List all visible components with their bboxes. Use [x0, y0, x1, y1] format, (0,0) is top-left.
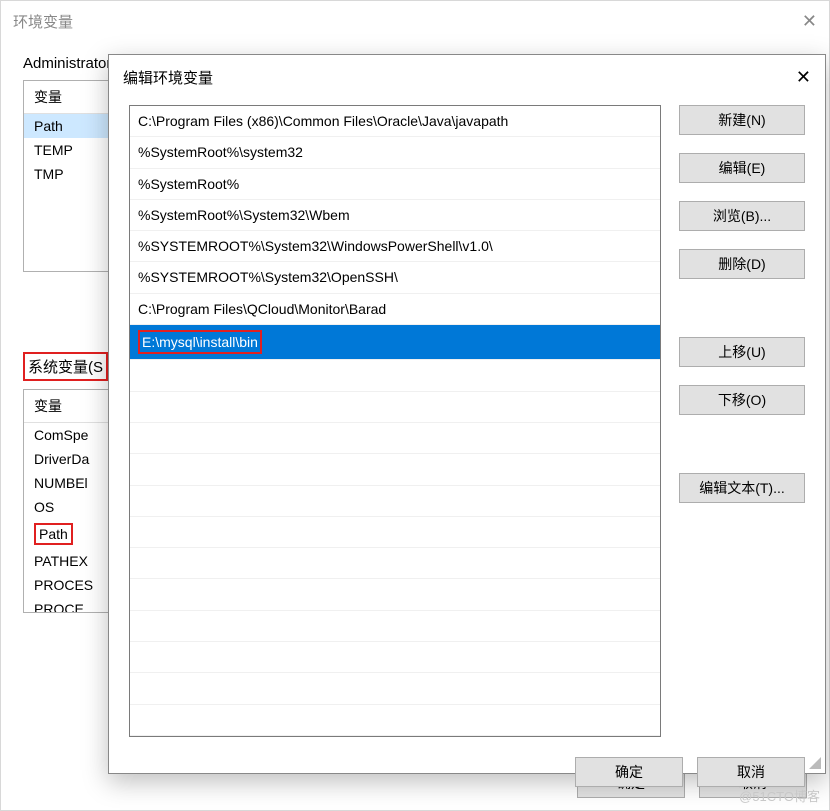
- path-row-empty: [130, 454, 660, 485]
- browse-button[interactable]: 浏览(B)...: [679, 201, 805, 231]
- path-text: %SYSTEMROOT%\System32\OpenSSH\: [138, 269, 398, 285]
- path-row[interactable]: %SYSTEMROOT%\System32\WindowsPowerShell\…: [130, 231, 660, 262]
- watermark: @51CTO博客: [739, 786, 820, 805]
- path-row-empty: [130, 579, 660, 610]
- path-text: %SYSTEMROOT%\System32\WindowsPowerShell\…: [138, 238, 493, 254]
- system-section-label: 系统变量(S: [23, 352, 108, 381]
- close-icon[interactable]: ✕: [785, 11, 817, 32]
- path-row-empty: [130, 486, 660, 517]
- path-row-empty: [130, 423, 660, 454]
- path-row[interactable]: C:\Program Files\QCloud\Monitor\Barad: [130, 294, 660, 325]
- new-button[interactable]: 新建(N): [679, 105, 805, 135]
- path-text: %SystemRoot%\System32\Wbem: [138, 207, 350, 223]
- user-vars-header: 变量: [24, 81, 72, 113]
- env-vars-title-bar: 环境变量 ✕: [1, 1, 829, 41]
- path-listbox[interactable]: C:\Program Files (x86)\Common Files\Orac…: [129, 105, 661, 737]
- path-row[interactable]: C:\Program Files (x86)\Common Files\Orac…: [130, 106, 660, 137]
- path-row-empty: [130, 705, 660, 736]
- delete-button[interactable]: 删除(D): [679, 249, 805, 279]
- edit-text-button[interactable]: 编辑文本(T)...: [679, 473, 805, 503]
- path-row[interactable]: %SystemRoot%\system32: [130, 137, 660, 168]
- path-row-empty: [130, 548, 660, 579]
- path-row[interactable]: %SystemRoot%: [130, 169, 660, 200]
- edit-ok-button[interactable]: 确定: [575, 757, 683, 787]
- path-text: %SystemRoot%\system32: [138, 144, 303, 160]
- edit-env-var-dialog: 编辑环境变量 ✕ C:\Program Files (x86)\Common F…: [108, 54, 826, 774]
- path-text: %SystemRoot%: [138, 176, 239, 192]
- path-row-empty: [130, 611, 660, 642]
- close-icon[interactable]: ✕: [779, 67, 811, 88]
- edit-dialog-title: 编辑环境变量: [123, 67, 213, 88]
- move-up-button[interactable]: 上移(U): [679, 337, 805, 367]
- path-row[interactable]: %SYSTEMROOT%\System32\OpenSSH\: [130, 262, 660, 293]
- path-row-empty: [130, 360, 660, 391]
- system-vars-header: 变量: [24, 390, 72, 422]
- path-row-empty: [130, 517, 660, 548]
- env-vars-title: 环境变量: [13, 11, 73, 32]
- edit-button[interactable]: 编辑(E): [679, 153, 805, 183]
- path-row-empty: [130, 642, 660, 673]
- path-text: C:\Program Files\QCloud\Monitor\Barad: [138, 301, 386, 317]
- path-row[interactable]: %SystemRoot%\System32\Wbem: [130, 200, 660, 231]
- path-row-empty: [130, 392, 660, 423]
- path-text: E:\mysql\install\bin: [138, 330, 262, 354]
- edit-dialog-title-bar: 编辑环境变量 ✕: [109, 55, 825, 99]
- user-section-label: Administrator: [23, 55, 111, 72]
- move-down-button[interactable]: 下移(O): [679, 385, 805, 415]
- path-text: C:\Program Files (x86)\Common Files\Orac…: [138, 113, 508, 129]
- resize-grip-icon[interactable]: [807, 755, 821, 769]
- edit-cancel-button[interactable]: 取消: [697, 757, 805, 787]
- path-row[interactable]: E:\mysql\install\bin: [130, 325, 660, 360]
- path-row-empty: [130, 673, 660, 704]
